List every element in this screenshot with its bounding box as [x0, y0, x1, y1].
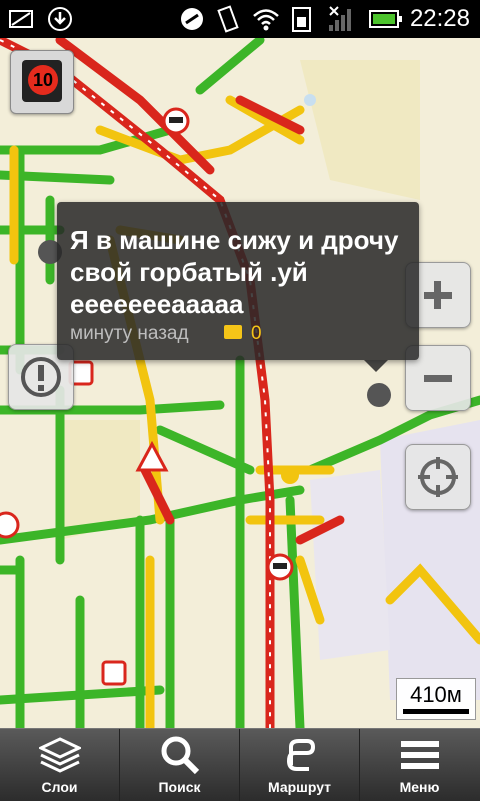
clock: 22:28: [409, 5, 470, 32]
layers-button[interactable]: Слои: [0, 729, 120, 801]
search-icon: [161, 736, 200, 775]
sync-icon: [181, 8, 203, 30]
status-bar: 22:28: [0, 0, 480, 38]
battery-saver-icon: [9, 10, 33, 28]
menu-button[interactable]: Меню: [360, 729, 479, 801]
bottom-toolbar: Слои Поиск Маршрут Меню: [0, 728, 480, 801]
wifi-icon: [253, 9, 279, 31]
scale-bar: [403, 709, 469, 714]
balloon-message: Я в машине сижу и дрочу свой горбатый .у…: [70, 225, 399, 319]
vibrate-icon: [217, 5, 239, 33]
route-button[interactable]: Маршрут: [240, 729, 360, 801]
balloon-time: минуту назад: [70, 323, 189, 344]
route-label: Маршрут: [267, 779, 332, 795]
my-location-button[interactable]: [405, 444, 471, 510]
search-label: Поиск: [158, 779, 201, 795]
battery-icon: [369, 10, 402, 28]
balloon-tail: [364, 360, 388, 372]
route-icon: [286, 739, 316, 771]
layers-label: Слои: [41, 779, 78, 795]
comment-count: 0: [251, 323, 262, 344]
crosshair-icon: [418, 457, 458, 497]
traffic-level-value: 10: [28, 65, 58, 95]
scale-label: 410м: [410, 682, 462, 707]
search-button[interactable]: Поиск: [120, 729, 240, 801]
menu-icon: [401, 741, 439, 769]
layers-icon: [39, 737, 81, 773]
menu-label: Меню: [399, 779, 440, 795]
signal-icon: [329, 6, 351, 31]
sim-icon: [292, 7, 311, 32]
download-icon: [48, 7, 72, 31]
talk-balloon[interactable]: Я в машине сижу и дрочу свой горбатый .у…: [57, 202, 419, 360]
map-scale: 410м: [396, 678, 476, 720]
comment-icon: [224, 325, 242, 339]
traffic-level-button[interactable]: 10: [10, 50, 74, 114]
